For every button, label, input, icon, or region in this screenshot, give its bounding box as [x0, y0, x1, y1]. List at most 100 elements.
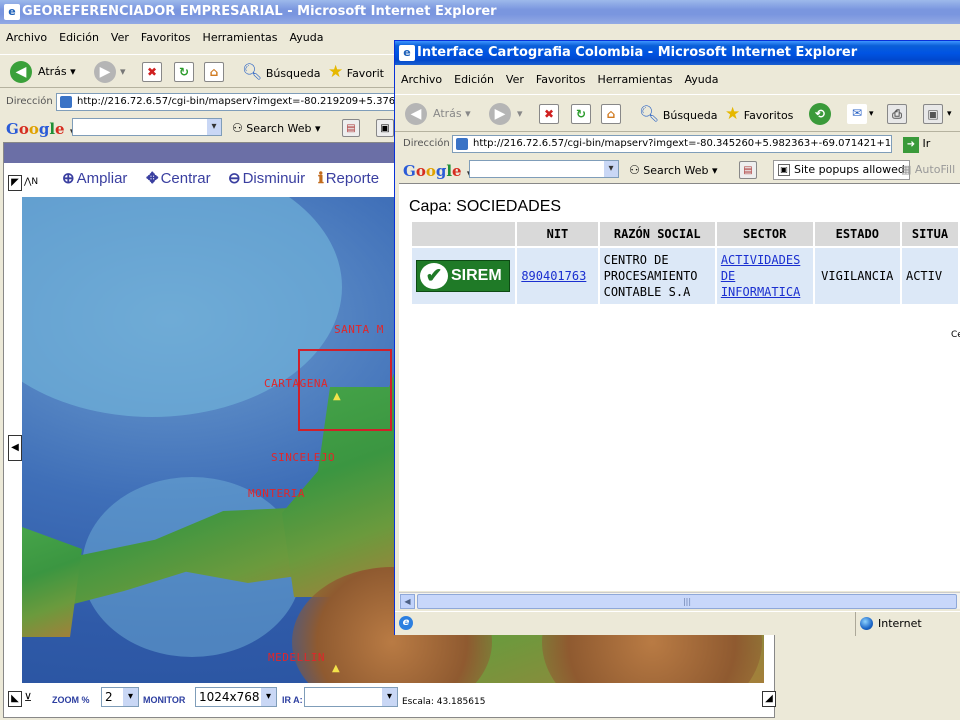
bg-menu-archivo[interactable]: Archivo	[0, 28, 53, 48]
popup-menu-ver[interactable]: Ver	[500, 70, 530, 90]
popup-status-bar: e Internet	[395, 611, 960, 636]
go-label: Ir	[922, 137, 931, 150]
popup-menu-herramientas[interactable]: Herramientas	[592, 70, 679, 90]
city-label-sincelejo: SINCELEJO	[271, 451, 336, 464]
history-icon[interactable]: ⟲	[809, 103, 831, 125]
autofill-button[interactable]: ▦ AutoFill	[901, 161, 955, 179]
sector-cell: ACTIVIDADES DE INFORMATICA	[716, 248, 813, 304]
popup-refresh-icon[interactable]: ↻	[571, 104, 591, 124]
popup-address-input[interactable]: http://216.72.6.57/cgi-bin/mapserv?imgex…	[452, 135, 892, 153]
bg-menu-edicion[interactable]: Edición	[53, 28, 105, 48]
popup-google-search-label: Search Web	[643, 164, 709, 177]
zoom-select[interactable]: 2	[101, 687, 139, 707]
zoom-out-tool[interactable]: ⊖ Disminuir	[228, 169, 305, 187]
scroll-left-icon[interactable]: ◀	[400, 594, 415, 609]
ie-icon: e	[399, 45, 415, 61]
edit-icon[interactable]: ▣	[923, 104, 943, 124]
google-logo: Google ▾	[6, 120, 74, 138]
go-button[interactable]: ➜ Ir	[903, 135, 930, 153]
star-icon: ★	[328, 62, 344, 82]
monitor-label: MONITOR	[143, 695, 186, 705]
bg-search-button[interactable]: 🔍︎ Búsqueda	[242, 58, 321, 86]
popup-page: Capa: SOCIEDADES NIT RAZÓN SOCIAL SECTOR…	[399, 183, 960, 591]
report-tool[interactable]: ℹ Reporte	[318, 169, 379, 187]
go-arrow-icon: ➜	[903, 137, 919, 153]
monitor-select[interactable]: 1024x768	[195, 687, 277, 707]
truncated-text: Ce	[951, 330, 960, 340]
popup-menu-ayuda[interactable]: Ayuda	[678, 70, 724, 90]
col-header-nit: NIT	[517, 222, 598, 246]
popup-forward-button[interactable]: ▶ ▾	[489, 100, 523, 128]
bg-back-button[interactable]: ◀ Atrás ▾	[8, 58, 76, 86]
bg-stop-icon[interactable]: ✖	[142, 62, 162, 82]
popup-toolbar: ◀ Atrás ▾ ▶ ▾ ✖ ↻ ⌂ 🔍︎ Búsqueda ★ Favori…	[395, 94, 960, 132]
col-header-razon-social: RAZÓN SOCIAL	[599, 222, 715, 246]
bg-refresh-icon[interactable]: ↻	[174, 62, 194, 82]
zoom-out-icon: ⊖	[228, 170, 241, 187]
razon-social-cell: CENTRO DE PROCESAMIENTO CONTABLE S.A	[599, 248, 715, 304]
bg-favorites-button[interactable]: ★ Favorit	[328, 58, 384, 86]
sw-arrow-icon[interactable]: ◣	[8, 691, 22, 707]
bg-search-label: Búsqueda	[265, 67, 321, 80]
horizontal-scrollbar[interactable]: ◀ |||	[399, 592, 960, 609]
security-zone: Internet	[855, 612, 922, 636]
bg-menu-ayuda[interactable]: Ayuda	[283, 28, 329, 48]
popup-menu-archivo[interactable]: Archivo	[395, 70, 448, 90]
west-arrow-icon[interactable]: ◀	[8, 435, 22, 461]
goto-label: IR A:	[282, 695, 303, 705]
bg-forward-button[interactable]: ▶ ▾	[92, 58, 126, 86]
popup-blocker-label: Site popups allowed	[794, 163, 905, 176]
bg-menu-herramientas[interactable]: Herramientas	[197, 28, 284, 48]
scroll-thumb[interactable]: |||	[417, 594, 957, 609]
bg-home-icon[interactable]: ⌂	[204, 62, 224, 82]
zoom-label: ZOOM %	[52, 695, 90, 705]
sector-link[interactable]: ACTIVIDADES DE INFORMATICA	[721, 253, 800, 299]
bg-window-title: GEOREFERENCIADOR EMPRESARIAL - Microsoft…	[22, 4, 497, 19]
map-scale: Escala: 43.185615	[402, 697, 486, 707]
city-label-santa-marta: SANTA M	[334, 323, 384, 336]
bg-google-search-input[interactable]	[72, 118, 222, 136]
north-icon: ⋀N	[24, 177, 39, 187]
bg-title-bar[interactable]: e GEOREFERENCIADOR EMPRESARIAL - Microso…	[0, 0, 960, 24]
popup-favorites-button[interactable]: ★ Favoritos	[725, 100, 793, 128]
popup-search-button[interactable]: 🔍︎ Búsqueda	[639, 100, 718, 128]
bg-google-search-button[interactable]: ⚇ Search Web ▾	[232, 119, 321, 137]
zoom-in-tool[interactable]: ⊕ Ampliar	[62, 169, 127, 187]
bg-popup-icon[interactable]: ▣	[376, 119, 394, 137]
table-header-row: NIT RAZÓN SOCIAL SECTOR ESTADO SITUA	[412, 222, 958, 246]
binoculars-icon: ⚇	[232, 121, 243, 135]
magnifier-icon: 🔍︎	[639, 104, 660, 123]
bg-favorites-label: Favorit	[346, 67, 384, 80]
print-icon[interactable]: ⎙	[887, 104, 907, 124]
popup-google-search-input[interactable]	[469, 160, 619, 178]
popup-menu-favoritos[interactable]: Favoritos	[530, 70, 592, 90]
popup-google-search-button[interactable]: ⚇ Search Web ▾	[629, 161, 718, 179]
popup-menu-edicion[interactable]: Edición	[448, 70, 500, 90]
forward-arrow-icon: ▶	[94, 61, 116, 83]
results-table: NIT RAZÓN SOCIAL SECTOR ESTADO SITUA ✔ S…	[410, 220, 960, 306]
bg-menu-favoritos[interactable]: Favoritos	[135, 28, 197, 48]
binoculars-icon: ⚇	[629, 163, 640, 177]
goto-select[interactable]	[304, 687, 398, 707]
popup-news-icon[interactable]: ▤	[739, 161, 757, 179]
popup-back-button[interactable]: ◀ Atrás ▾	[405, 100, 471, 128]
popup-title-bar[interactable]: e Interface Cartografia Colombia - Micro…	[395, 41, 960, 65]
se-arrow-icon[interactable]: ◢	[762, 691, 776, 707]
popup-stop-icon[interactable]: ✖	[539, 104, 559, 124]
marker-icon[interactable]: ▲	[332, 663, 340, 674]
layer-title: Capa: SOCIEDADES	[409, 198, 562, 215]
popup-blocker-icon: ▣	[778, 164, 790, 176]
popup-home-icon[interactable]: ⌂	[601, 104, 621, 124]
table-row: ✔ SIREM 890401763 CENTRO DE PROCESAMIENT…	[412, 248, 958, 304]
nw-arrow-icon[interactable]: ◤	[8, 175, 22, 191]
center-tool[interactable]: ✥ Centrar	[146, 169, 211, 187]
bg-news-icon[interactable]: ▤	[342, 119, 360, 137]
popup-search-label: Búsqueda	[662, 109, 718, 122]
popup-blocker-button[interactable]: ▣ Site popups allowed	[773, 160, 910, 180]
city-label-monteria: MONTERIA	[248, 487, 305, 500]
sirem-logo: ✔ SIREM	[416, 260, 510, 292]
nit-link[interactable]: 890401763	[521, 269, 586, 283]
bg-address-input[interactable]: http://216.72.6.57/cgi-bin/mapserv?imgex…	[56, 93, 396, 111]
bg-menu-ver[interactable]: Ver	[105, 28, 135, 48]
mail-icon[interactable]: ✉	[847, 104, 867, 124]
